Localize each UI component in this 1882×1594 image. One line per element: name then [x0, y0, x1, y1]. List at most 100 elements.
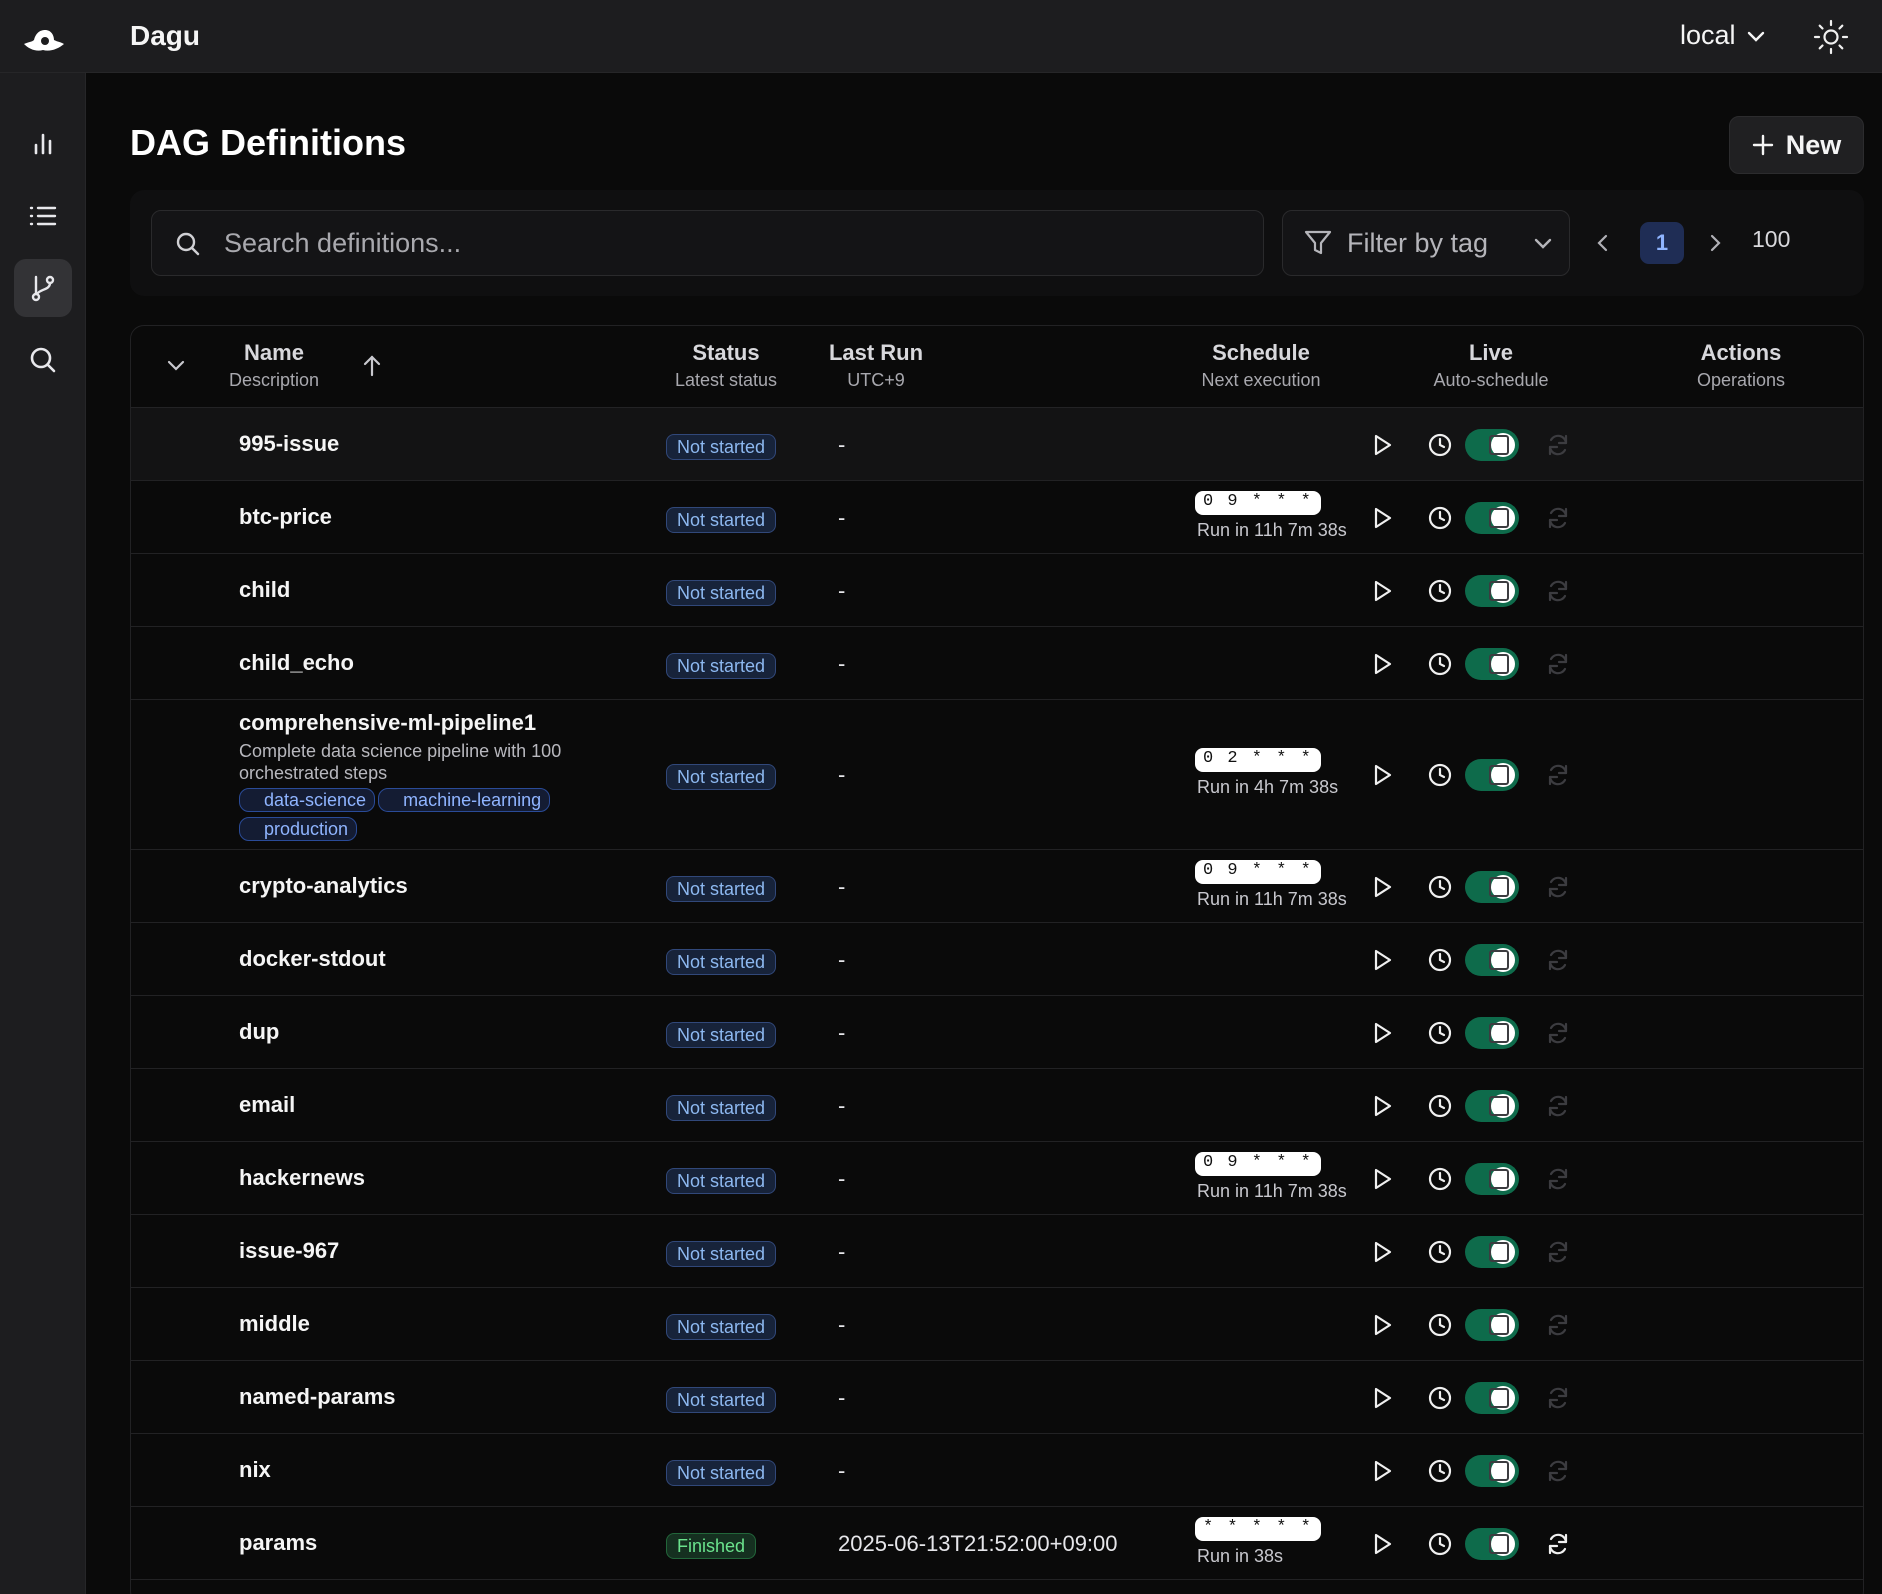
- table-row[interactable]: crypto-analytics Not started - 0 9 * * * Run…: [131, 850, 1863, 923]
- retry-button[interactable]: [1543, 1164, 1573, 1194]
- dag-name-link[interactable]: named-params: [239, 1384, 396, 1410]
- stop-button[interactable]: [1484, 1237, 1514, 1267]
- table-row[interactable]: btc-price Not started - 0 9 * * * Run in 11h…: [131, 481, 1863, 554]
- stop-button[interactable]: [1484, 1164, 1514, 1194]
- retry-button[interactable]: [1543, 576, 1573, 606]
- start-button[interactable]: [1367, 576, 1397, 606]
- enqueue-button[interactable]: [1425, 1310, 1455, 1340]
- table-row[interactable]: issue-967 Not started -: [131, 1215, 1863, 1288]
- enqueue-button[interactable]: [1425, 576, 1455, 606]
- enqueue-button[interactable]: [1425, 1164, 1455, 1194]
- retry-button[interactable]: [1543, 872, 1573, 902]
- start-button[interactable]: [1367, 1456, 1397, 1486]
- current-page-button[interactable]: 1: [1640, 222, 1684, 264]
- dag-name-link[interactable]: issue-967: [239, 1238, 339, 1264]
- sort-ascending-button[interactable]: [361, 354, 383, 383]
- dag-name-link[interactable]: params: [239, 1530, 317, 1556]
- sun-icon[interactable]: [1812, 18, 1850, 56]
- enqueue-button[interactable]: [1425, 872, 1455, 902]
- start-button[interactable]: [1367, 1237, 1397, 1267]
- collapse-all-button[interactable]: [165, 354, 187, 381]
- enqueue-button[interactable]: [1425, 1237, 1455, 1267]
- start-button[interactable]: [1367, 1164, 1397, 1194]
- enqueue-button[interactable]: [1425, 1383, 1455, 1413]
- dag-name-link[interactable]: crypto-analytics: [239, 873, 408, 899]
- stop-button[interactable]: [1484, 1456, 1514, 1486]
- tag-chip[interactable]: data-science: [239, 788, 376, 812]
- stop-button[interactable]: [1484, 1310, 1514, 1340]
- retry-button[interactable]: [1543, 1529, 1573, 1559]
- dagu-logo-icon[interactable]: [20, 22, 66, 62]
- dag-name-link[interactable]: docker-stdout: [239, 946, 386, 972]
- dag-name-link[interactable]: comprehensive-ml-pipeline1: [239, 710, 536, 736]
- column-header-name[interactable]: Name Description: [219, 340, 329, 391]
- retry-button[interactable]: [1543, 760, 1573, 790]
- page-size-select[interactable]: 100: [1752, 226, 1790, 253]
- enqueue-button[interactable]: [1425, 945, 1455, 975]
- start-button[interactable]: [1367, 1383, 1397, 1413]
- stop-button[interactable]: [1484, 1018, 1514, 1048]
- table-row[interactable]: params Finished 2025-06-13T21:52:00+09:00 *…: [131, 1507, 1863, 1580]
- column-header-live[interactable]: Live Auto-schedule: [1411, 340, 1571, 391]
- dag-name-link[interactable]: nix: [239, 1457, 271, 1483]
- column-header-last-run[interactable]: Last Run UTC+9: [821, 340, 931, 391]
- tag-chip[interactable]: production: [239, 817, 358, 841]
- tag-chip[interactable]: machine-learning: [378, 788, 551, 812]
- retry-button[interactable]: [1543, 430, 1573, 460]
- retry-button[interactable]: [1543, 503, 1573, 533]
- retry-button[interactable]: [1543, 945, 1573, 975]
- table-row[interactable]: child Not started -: [131, 554, 1863, 627]
- stop-button[interactable]: [1484, 649, 1514, 679]
- sidebar-item-runs[interactable]: [14, 187, 72, 245]
- retry-button[interactable]: [1543, 1237, 1573, 1267]
- start-button[interactable]: [1367, 872, 1397, 902]
- dag-name-link[interactable]: btc-price: [239, 504, 332, 530]
- dag-name-link[interactable]: child: [239, 577, 290, 603]
- table-row[interactable]: hackernews Not started - 0 9 * * * Run in 11…: [131, 1142, 1863, 1215]
- search-input[interactable]: [224, 221, 1244, 265]
- sidebar-item-definitions[interactable]: [14, 259, 72, 317]
- column-header-schedule[interactable]: Schedule Next execution: [1181, 340, 1341, 391]
- tag-filter-select[interactable]: Filter by tag: [1282, 210, 1570, 276]
- enqueue-button[interactable]: [1425, 1091, 1455, 1121]
- table-row[interactable]: nix Not started -: [131, 1434, 1863, 1507]
- start-button[interactable]: [1367, 945, 1397, 975]
- table-row[interactable]: comprehensive-ml-pipeline1 Complete data …: [131, 700, 1863, 850]
- column-header-status[interactable]: Status Latest status: [651, 340, 801, 391]
- start-button[interactable]: [1367, 1018, 1397, 1048]
- new-dag-button[interactable]: New: [1729, 116, 1864, 174]
- enqueue-button[interactable]: [1425, 760, 1455, 790]
- start-button[interactable]: [1367, 760, 1397, 790]
- start-button[interactable]: [1367, 1091, 1397, 1121]
- sidebar-item-search[interactable]: [14, 331, 72, 389]
- stop-button[interactable]: [1484, 945, 1514, 975]
- enqueue-button[interactable]: [1425, 1456, 1455, 1486]
- stop-button[interactable]: [1484, 1383, 1514, 1413]
- retry-button[interactable]: [1543, 1018, 1573, 1048]
- table-row[interactable]: middle Not started -: [131, 1288, 1863, 1361]
- stop-button[interactable]: [1484, 1529, 1514, 1559]
- enqueue-button[interactable]: [1425, 430, 1455, 460]
- app-title[interactable]: Dagu: [130, 20, 200, 52]
- dag-name-link[interactable]: hackernews: [239, 1165, 365, 1191]
- sidebar-item-dashboard[interactable]: [14, 115, 72, 173]
- retry-button[interactable]: [1543, 1456, 1573, 1486]
- table-row[interactable]: named-params Not started -: [131, 1361, 1863, 1434]
- dag-name-link[interactable]: middle: [239, 1311, 310, 1337]
- stop-button[interactable]: [1484, 760, 1514, 790]
- retry-button[interactable]: [1543, 1310, 1573, 1340]
- enqueue-button[interactable]: [1425, 649, 1455, 679]
- retry-button[interactable]: [1543, 1383, 1573, 1413]
- stop-button[interactable]: [1484, 872, 1514, 902]
- start-button[interactable]: [1367, 1529, 1397, 1559]
- stop-button[interactable]: [1484, 1091, 1514, 1121]
- retry-button[interactable]: [1543, 1091, 1573, 1121]
- table-row[interactable]: docker-stdout Not started -: [131, 923, 1863, 996]
- start-button[interactable]: [1367, 430, 1397, 460]
- dag-name-link[interactable]: child_echo: [239, 650, 354, 676]
- enqueue-button[interactable]: [1425, 1018, 1455, 1048]
- previous-page-button[interactable]: [1588, 226, 1618, 260]
- stop-button[interactable]: [1484, 430, 1514, 460]
- stop-button[interactable]: [1484, 576, 1514, 606]
- stop-button[interactable]: [1484, 503, 1514, 533]
